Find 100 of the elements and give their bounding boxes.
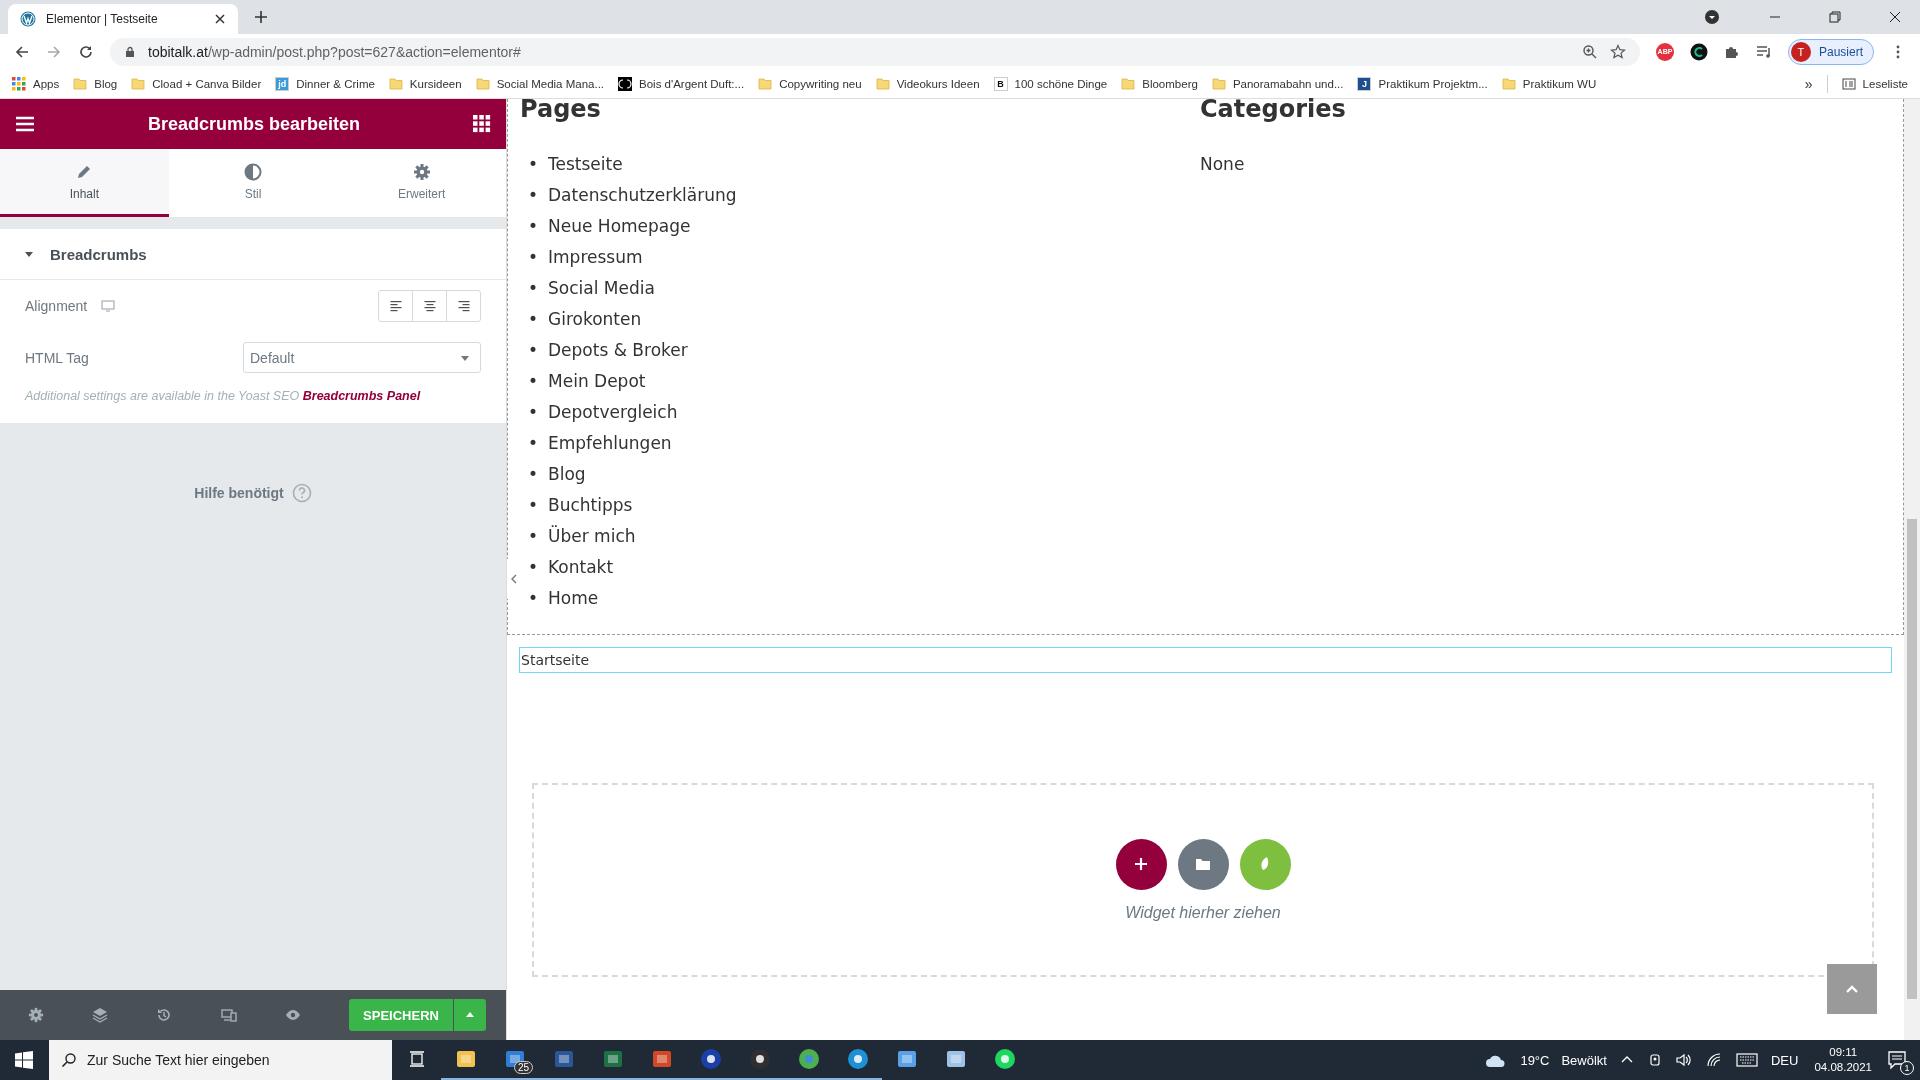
html-tag-select[interactable]: Default: [243, 342, 481, 373]
bookmark[interactable]: Blog: [73, 76, 118, 91]
page-link[interactable]: Social Media: [548, 273, 655, 304]
browser-tab[interactable]: Elementor | Testseite: [8, 4, 238, 34]
help-link[interactable]: Hilfe benötigt: [194, 483, 312, 503]
close-icon[interactable]: [214, 13, 226, 25]
reading-list-button[interactable]: Leseliste: [1841, 76, 1908, 91]
bullet: •: [528, 401, 539, 424]
drop-hint: Widget hierher ziehen: [1125, 903, 1281, 922]
settings-icon[interactable]: [28, 1007, 44, 1023]
avatar: T: [1790, 41, 1811, 62]
lock-icon: [124, 45, 136, 58]
bullet: •: [528, 184, 539, 207]
menu-icon[interactable]: [15, 114, 35, 134]
bookmark[interactable]: Social Media Mana...: [475, 76, 605, 91]
bookmark[interactable]: B 100 schöne Dinge: [993, 76, 1108, 91]
folder-icon: [1121, 76, 1136, 91]
input-language[interactable]: DEU: [1771, 1052, 1799, 1068]
bookmark[interactable]: Bloomberg: [1121, 76, 1198, 91]
folder-icon: [875, 76, 890, 91]
bookmark[interactable]: Cload + Canva Bilder: [131, 76, 262, 91]
page-link[interactable]: Datenschutzerklärung: [548, 180, 737, 211]
history-icon[interactable]: [156, 1007, 173, 1023]
breadcrumbs-panel-link[interactable]: Breadcrumbs Panel: [302, 389, 421, 403]
breadcrumb-widget[interactable]: Startseite: [519, 647, 1892, 673]
folder-icon: [758, 76, 773, 91]
bullet: •: [528, 153, 539, 176]
page-link[interactable]: Impressum: [548, 242, 643, 273]
close-icon[interactable]: [1889, 11, 1901, 23]
page-link[interactable]: Girokonten: [548, 304, 642, 335]
bullet: •: [528, 556, 539, 579]
windows-start-icon[interactable]: [15, 1051, 33, 1069]
scrollbar[interactable]: [1904, 99, 1920, 1040]
bullet: •: [528, 494, 539, 517]
page-link[interactable]: Depots & Broker: [548, 335, 688, 366]
alignment-control[interactable]: [378, 290, 481, 322]
bookmark[interactable]: jd Dinner & Crime: [275, 76, 375, 91]
panel-title: Breadcrumbs bearbeiten: [146, 113, 362, 135]
grammarly-icon[interactable]: [1689, 42, 1708, 61]
notification-count: 1: [1900, 1061, 1914, 1075]
bookmark[interactable]: Praktikum WU: [1501, 76, 1597, 91]
site-icon: J: [1357, 76, 1372, 91]
taskbar-search-field[interactable]: Zur Suche Text hier eingeben: [49, 1040, 392, 1080]
control-label: HTML Tag: [25, 349, 89, 366]
page-link[interactable]: Mein Depot: [548, 366, 646, 397]
caret-icon: [464, 1010, 475, 1020]
camera-icon[interactable]: [1648, 1053, 1662, 1067]
bookmark[interactable]: Copywriting neu: [758, 76, 862, 91]
taskbar-app[interactable]: 25: [490, 1040, 539, 1080]
star-icon[interactable]: [1609, 43, 1626, 60]
bookmark[interactable]: J Praktikum Projektm...: [1357, 76, 1488, 91]
clock[interactable]: 09:11 04.08.2021: [1814, 1045, 1872, 1075]
profile-button[interactable]: T Pausiert: [1787, 38, 1874, 65]
media-control-icon[interactable]: [1755, 43, 1772, 60]
page-link[interactable]: Kontakt: [548, 552, 614, 583]
bookmark[interactable]: Panoramabahn und...: [1211, 76, 1344, 91]
page-link[interactable]: Depotvergleich: [548, 397, 678, 428]
bookmark[interactable]: Videokurs Ideen: [875, 76, 980, 91]
restore-icon[interactable]: [1829, 11, 1841, 23]
back-icon[interactable]: [14, 43, 30, 60]
bullet: •: [528, 463, 539, 486]
responsive-icon[interactable]: [220, 1007, 237, 1023]
new-tab-icon[interactable]: [254, 10, 268, 24]
notification-icon[interactable]: [1886, 1049, 1908, 1071]
more-bookmarks-button[interactable]: »: [1804, 75, 1813, 92]
layers-icon[interactable]: [92, 1007, 109, 1023]
page-link[interactable]: Empfehlungen: [548, 428, 672, 459]
site-icon: B: [993, 76, 1008, 91]
align-right-icon: [457, 300, 470, 312]
widgets-grid-icon[interactable]: [473, 115, 491, 133]
folder-icon: [131, 76, 146, 91]
address-bar[interactable]: tobitalk.at/wp-admin/post.php?post=627&action=elementor#: [110, 37, 1640, 66]
panel-tab[interactable]: Inhalt: [0, 149, 169, 217]
reload-icon[interactable]: [78, 43, 94, 60]
bookmark[interactable]: Apps: [12, 76, 60, 91]
caret-icon: [24, 249, 34, 259]
folder-icon: [73, 76, 88, 91]
page-link[interactable]: Buchtipps: [548, 490, 633, 521]
save-options-button[interactable]: [453, 999, 486, 1031]
volume-icon[interactable]: [1676, 1052, 1692, 1068]
eye-icon[interactable]: [284, 1007, 301, 1023]
bullet: •: [528, 308, 539, 331]
page-link[interactable]: Blog: [548, 459, 586, 490]
section-header[interactable]: Breadcrumbs: [0, 229, 506, 280]
folder-icon: [1211, 76, 1226, 91]
page-link[interactable]: Neue Homepage: [548, 211, 691, 242]
bookmark[interactable]: Kursideen: [388, 76, 462, 91]
unread-badge: 25: [513, 1061, 533, 1074]
weather-condition[interactable]: Bewölkt: [1561, 1052, 1607, 1068]
page-link[interactable]: Über mich: [548, 521, 636, 552]
bookmark[interactable]: Bois d'Argent Duft:...: [618, 76, 745, 91]
wifi-icon[interactable]: [1706, 1052, 1722, 1068]
panel-tab[interactable]: Stil: [168, 149, 338, 217]
zoom-icon[interactable]: [1581, 43, 1598, 60]
panel-tab[interactable]: Erweitert: [337, 149, 506, 217]
tab-search-icon[interactable]: [1704, 9, 1720, 25]
drop-zone[interactable]: Widget hierher ziehen: [532, 783, 1874, 977]
page-link[interactable]: Testseite: [548, 149, 623, 180]
weather-temperature[interactable]: 19°C: [1520, 1052, 1550, 1068]
page-link[interactable]: Home: [548, 583, 599, 614]
